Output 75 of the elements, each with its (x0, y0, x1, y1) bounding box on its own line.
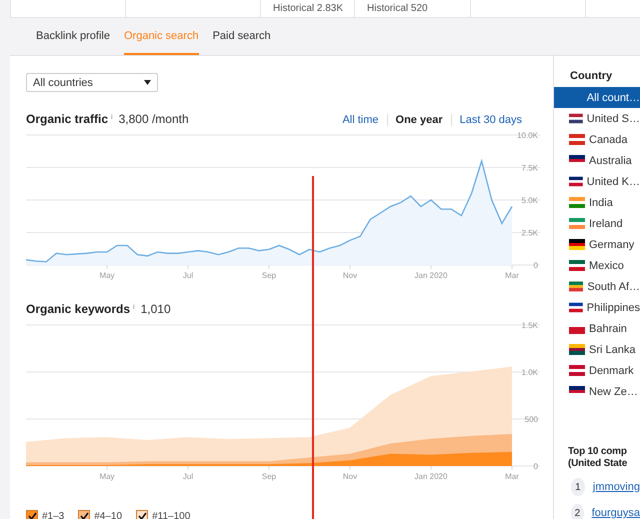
country-item[interactable]: Australia (554, 150, 640, 171)
country-item[interactable]: United S… (554, 108, 640, 129)
axis-label: Nov (342, 271, 358, 280)
axis-label: 5.0K (522, 196, 538, 205)
country-item[interactable]: India (554, 192, 640, 213)
section-title: Organic traffic (26, 112, 108, 126)
flag-icon (569, 113, 583, 124)
flag-icon (569, 197, 585, 208)
country-item[interactable]: Germany (554, 234, 640, 255)
competitor-link[interactable]: jmmoving (592, 481, 640, 493)
flag-icon (569, 365, 585, 376)
axis-label: May (99, 472, 115, 481)
legend-checkbox[interactable] (78, 510, 90, 519)
competitors-title: Top 10 comp (United State (567, 446, 628, 470)
panel-title: Country (569, 70, 614, 84)
axis-label: May (99, 271, 115, 280)
legend-checkbox[interactable] (26, 510, 38, 519)
country-item[interactable]: Philippines (554, 297, 640, 318)
country-item[interactable]: Denmark (554, 360, 640, 381)
axis-label: 500 (524, 415, 538, 424)
legend-label: #1–3 (42, 510, 64, 519)
keywords-value: 1,010 (140, 302, 171, 316)
axis-label: 10.0K (517, 131, 538, 140)
axis-label: 2.5K (522, 228, 538, 238)
country-item[interactable]: United K… (554, 171, 640, 192)
axis-label: Mar (505, 271, 519, 280)
section-title: Organic keywords (26, 302, 130, 316)
flag-icon (569, 218, 585, 229)
axis-label: Jul (182, 472, 194, 481)
axis-label: Jul (182, 271, 194, 280)
flag-icon (569, 239, 585, 250)
axis-label: Jan 2020 (414, 271, 448, 280)
range-link[interactable]: All time (334, 114, 387, 126)
country-item[interactable]: Sri Lanka (554, 339, 640, 360)
traffic-value: 3,800 /month (118, 112, 189, 126)
country-item[interactable]: Canada (554, 129, 640, 150)
caret-icon (144, 80, 151, 85)
axis-label: Sep (262, 472, 276, 481)
country-item[interactable]: Mexico (554, 255, 640, 276)
axis-label: 1.5K (522, 321, 538, 330)
axis-label: 1.0K (522, 368, 538, 377)
rank-badge: 2 (571, 504, 584, 519)
tab[interactable]: Backlink profile (36, 18, 110, 55)
rank-badge: 1 (571, 478, 585, 496)
flag-icon (569, 344, 585, 355)
country-item[interactable]: New Ze… (554, 381, 640, 402)
axis-label: Sep (262, 271, 276, 280)
axis-label: Jan 2020 (414, 472, 448, 481)
legend-label: #11–100 (152, 510, 190, 519)
check-icon (28, 512, 36, 519)
axis-label: 0 (534, 462, 538, 471)
competitor-link[interactable]: fourguysa (592, 507, 640, 519)
tab[interactable]: Paid search (212, 18, 271, 55)
check-icon (138, 512, 147, 519)
flag-icon (569, 176, 583, 187)
stat-text: Historical 2.83K (260, 0, 354, 17)
flag-icon (569, 134, 585, 145)
country-item[interactable]: All count… (554, 87, 640, 108)
range-link[interactable]: One year (386, 114, 451, 126)
legend-label: #4–10 (94, 510, 122, 519)
country-item[interactable]: Ireland (554, 213, 640, 234)
country-dropdown[interactable]: All countries (26, 73, 158, 92)
flag-icon (569, 302, 583, 313)
axis-label: Nov (342, 472, 358, 481)
range-link[interactable]: Last 30 days (450, 114, 522, 126)
country-item[interactable]: South Af… (554, 276, 640, 297)
axis-label: Mar (505, 472, 519, 481)
stat-text: Historical 520 (354, 0, 470, 17)
flag-icon (569, 281, 584, 292)
axis-label: 0 (534, 261, 538, 270)
flag-icon (569, 260, 585, 271)
legend-checkbox[interactable] (136, 510, 148, 519)
country-item[interactable]: Bahrain (554, 318, 640, 339)
check-icon (80, 512, 89, 519)
axis-label: 7.5K (522, 164, 538, 172)
